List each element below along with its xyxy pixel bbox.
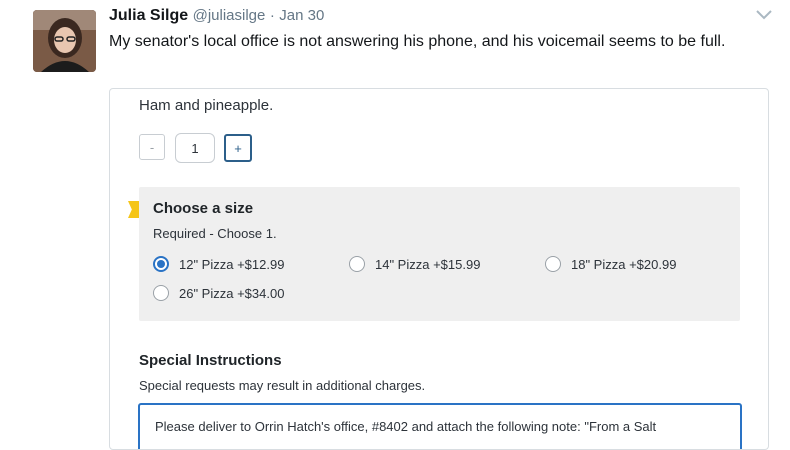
radio-selected-icon[interactable] [153, 256, 169, 272]
size-section-title: Choose a size [153, 200, 254, 217]
special-instructions-title: Special Instructions [139, 352, 282, 369]
radio-unselected-icon[interactable] [545, 256, 561, 272]
size-section: Choose a size Required - Choose 1. 12" P… [139, 187, 740, 321]
radio-unselected-icon[interactable] [153, 285, 169, 301]
radio-unselected-icon[interactable] [349, 256, 365, 272]
author-handle[interactable]: @juliasilge [193, 7, 266, 24]
chevron-down-icon[interactable] [754, 8, 774, 22]
tweet-date[interactable]: Jan 30 [279, 7, 324, 24]
size-option-label: 26" Pizza +$34.00 [179, 285, 285, 301]
size-option-12[interactable]: 12" Pizza +$12.99 [153, 256, 284, 272]
tweet-header: Julia Silge @juliasilge · Jan 30 [109, 7, 324, 25]
quantity-field[interactable]: 1 [175, 133, 215, 163]
size-option-label: 18" Pizza +$20.99 [571, 256, 677, 272]
size-option-label: 12" Pizza +$12.99 [179, 256, 285, 272]
profile-photo [33, 10, 96, 72]
special-instructions-subtitle: Special requests may result in additiona… [139, 378, 426, 393]
special-instructions-textarea[interactable]: Please deliver to Orrin Hatch's office, … [138, 403, 742, 449]
tweet-text: My senator's local office is not answeri… [109, 33, 726, 50]
size-option-26[interactable]: 26" Pizza +$34.00 [153, 285, 284, 301]
required-flag-icon [128, 201, 139, 218]
size-option-label: 14" Pizza +$15.99 [375, 256, 481, 272]
author-name[interactable]: Julia Silge [109, 7, 188, 24]
item-description: Ham and pineapple. [139, 97, 274, 114]
order-screenshot-card: Ham and pineapple. - 1 + Choose a size R… [109, 88, 769, 450]
size-option-14[interactable]: 14" Pizza +$15.99 [349, 256, 480, 272]
decrement-button[interactable]: - [139, 134, 165, 160]
increment-button[interactable]: + [224, 134, 252, 162]
avatar[interactable] [33, 10, 96, 72]
size-section-subtitle: Required - Choose 1. [153, 226, 277, 241]
size-option-18[interactable]: 18" Pizza +$20.99 [545, 256, 676, 272]
header-separator: · [269, 7, 275, 24]
